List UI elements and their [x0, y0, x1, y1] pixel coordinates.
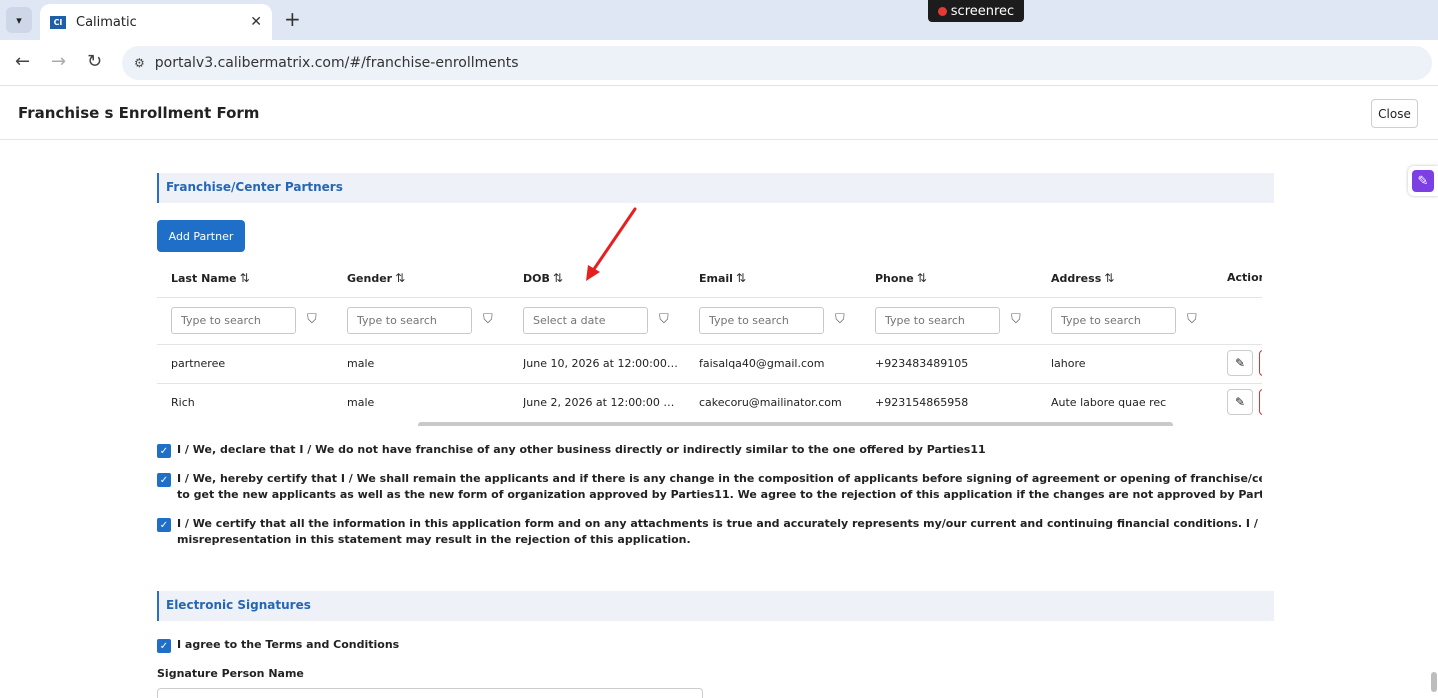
cell-email: cakecoru@mailinator.com: [699, 396, 842, 409]
filter-divider: [157, 344, 1262, 345]
record-dot-icon: [937, 6, 947, 16]
column-header-dob[interactable]: DOB ⇅: [523, 271, 563, 285]
sort-icon[interactable]: ⇅: [736, 271, 746, 285]
signature-person-name-label: Signature Person Name: [157, 667, 304, 680]
checkmark-icon[interactable]: ✓: [157, 639, 171, 653]
funnel-icon[interactable]: ⛉: [1011, 312, 1021, 327]
pen-icon: ✎: [1412, 170, 1434, 192]
partners-table: Last Name⇅ ⛉ Gender⇅ ⛉ DOB⇅ ⛉ Email⇅ ⛉ P…: [157, 260, 1262, 426]
back-arrow-icon[interactable]: ←: [15, 51, 30, 72]
tab-close-icon[interactable]: ✕: [250, 14, 262, 30]
add-partner-button[interactable]: Add Partner: [157, 220, 245, 252]
column-header-address[interactable]: Address ⇅: [1051, 271, 1114, 285]
funnel-icon[interactable]: ⛉: [659, 312, 669, 327]
cell-dob: June 2, 2026 at 12:00:00 AM: [523, 396, 678, 409]
funnel-icon[interactable]: ⛉: [835, 312, 845, 327]
page-vertical-scrollbar[interactable]: [1431, 672, 1437, 692]
partners-section-header: Franchise/Center Partners: [157, 173, 1274, 203]
declaration-text: I / We, hereby certify that I / We shall…: [177, 472, 1262, 485]
browser-toolbar: ← → ↻ ⚙ portalv3.calibermatrix.com/#/fra…: [0, 40, 1438, 86]
gender-search-input[interactable]: [347, 307, 472, 334]
declaration-text: I / We certify that all the information …: [177, 517, 1262, 530]
screenrec-label: screenrec: [950, 3, 1015, 19]
delete-icon[interactable]: [1259, 350, 1262, 376]
edit-icon[interactable]: ✎: [1227, 389, 1253, 415]
checkmark-icon[interactable]: ✓: [157, 473, 171, 487]
annotation-arrow-icon: [586, 207, 637, 281]
header-divider: [157, 297, 1262, 298]
cell-last-name: Rich: [171, 396, 195, 409]
column-header-email[interactable]: Email ⇅: [699, 271, 746, 285]
signatures-section-title: Electronic Signatures: [166, 598, 311, 612]
terms-label: I agree to the Terms and Conditions: [177, 638, 400, 651]
browser-tabstrip: ▾ CI Calimatic ✕ + screenrec: [0, 0, 1438, 40]
funnel-icon[interactable]: ⛉: [307, 312, 317, 327]
declaration-applicant-changes[interactable]: ✓ I / We, hereby certify that I / We sha…: [157, 471, 1262, 503]
email-search-input[interactable]: [699, 307, 824, 334]
sort-icon[interactable]: ⇅: [395, 271, 405, 285]
checkmark-icon[interactable]: ✓: [157, 518, 171, 532]
dob-date-picker-input[interactable]: [523, 307, 648, 334]
row-divider: [157, 383, 1262, 384]
new-tab-button[interactable]: +: [284, 8, 301, 30]
sort-icon[interactable]: ⇅: [240, 271, 250, 285]
phone-search-input[interactable]: [875, 307, 1000, 334]
column-header-action: Action: [1227, 271, 1262, 284]
cell-email: faisalqa40@gmail.com: [699, 357, 825, 370]
delete-icon[interactable]: [1259, 389, 1262, 415]
sort-icon[interactable]: ⇅: [917, 271, 927, 285]
last-name-search-input[interactable]: [171, 307, 296, 334]
terms-checkbox-row[interactable]: ✓ I agree to the Terms and Conditions: [157, 637, 1262, 653]
edit-icon[interactable]: ✎: [1227, 350, 1253, 376]
tab-list-chevron-icon[interactable]: ▾: [6, 7, 32, 33]
url-text: portalv3.calibermatrix.com/#/franchise-e…: [154, 55, 519, 71]
partners-section-title: Franchise/Center Partners: [166, 180, 343, 194]
forward-arrow-icon[interactable]: →: [51, 51, 66, 72]
table-horizontal-scrollbar[interactable]: [418, 422, 1173, 426]
cell-phone: +923154865958: [875, 396, 969, 409]
page-title: Franchise s Enrollment Form: [18, 104, 260, 122]
calimatic-favicon-icon: CI: [50, 15, 66, 29]
declaration-text: misrepresentation in this statement may …: [177, 533, 691, 546]
funnel-icon[interactable]: ⛉: [1187, 312, 1197, 327]
signatures-section-header: Electronic Signatures: [157, 591, 1274, 621]
declaration-information-true[interactable]: ✓ I / We certify that all the informatio…: [157, 516, 1262, 548]
browser-tab[interactable]: CI Calimatic ✕: [40, 4, 272, 40]
declaration-text: to get the new applicants as well as the…: [177, 488, 1262, 501]
cell-address: lahore: [1051, 357, 1086, 370]
declaration-text: I / We, declare that I / We do not have …: [177, 443, 986, 456]
site-settings-icon[interactable]: ⚙: [134, 56, 145, 70]
funnel-icon[interactable]: ⛉: [483, 312, 493, 327]
form-header: Franchise s Enrollment Form Close: [0, 87, 1438, 140]
reload-icon[interactable]: ↻: [87, 51, 102, 72]
screenrec-badge: screenrec: [928, 0, 1024, 22]
sort-icon[interactable]: ⇅: [553, 271, 563, 285]
address-bar[interactable]: ⚙ portalv3.calibermatrix.com/#/franchise…: [122, 46, 1432, 80]
cell-phone: +923483489105: [875, 357, 969, 370]
address-search-input[interactable]: [1051, 307, 1176, 334]
column-header-phone[interactable]: Phone ⇅: [875, 271, 927, 285]
sort-icon[interactable]: ⇅: [1104, 271, 1114, 285]
cell-last-name: partneree: [171, 357, 226, 370]
cell-dob: June 10, 2026 at 12:00:00 AM: [523, 357, 678, 370]
cell-gender: male: [347, 357, 375, 370]
column-header-gender[interactable]: Gender ⇅: [347, 271, 405, 285]
close-button[interactable]: Close: [1371, 99, 1418, 128]
declaration-no-similar-franchise[interactable]: ✓ I / We, declare that I / We do not hav…: [157, 442, 1262, 458]
signature-person-name-input[interactable]: [157, 688, 703, 698]
floating-extension-button[interactable]: ✎: [1408, 166, 1438, 196]
tab-title: Calimatic: [76, 14, 137, 30]
checkmark-icon[interactable]: ✓: [157, 444, 171, 458]
column-header-last-name[interactable]: Last Name ⇅: [171, 271, 250, 285]
cell-address: Aute labore quae rec: [1051, 396, 1167, 409]
cell-gender: male: [347, 396, 375, 409]
